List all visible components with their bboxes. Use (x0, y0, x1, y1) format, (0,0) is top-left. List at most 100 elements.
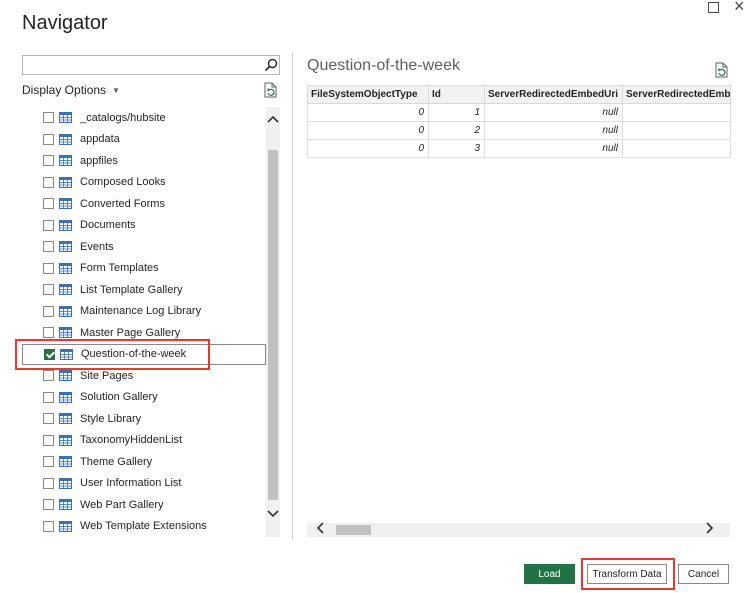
table-icon (59, 499, 72, 510)
highlight-box-transform-button (581, 558, 675, 590)
item-checkbox[interactable] (43, 370, 54, 381)
table-cell: 1 (428, 103, 485, 122)
scroll-right-icon[interactable] (706, 522, 714, 537)
column-header[interactable]: FileSystemObjectType (307, 85, 429, 104)
item-checkbox[interactable] (43, 198, 54, 209)
search-field[interactable] (23, 57, 279, 75)
item-checkbox[interactable] (43, 284, 54, 295)
table-cell (622, 103, 731, 122)
list-item[interactable]: Style Library (22, 408, 266, 429)
load-button[interactable]: Load (524, 564, 575, 584)
item-checkbox[interactable] (43, 133, 54, 145)
column-header[interactable]: ServerRedirectedEmbedUri (484, 85, 623, 104)
close-icon[interactable]: × (734, 0, 745, 15)
table-icon (59, 284, 72, 295)
list-item[interactable]: User Information List (22, 473, 266, 494)
table-icon (59, 198, 72, 209)
highlight-box-selected-item (15, 339, 210, 370)
list-item[interactable]: TaxonomyHiddenList (22, 430, 266, 451)
search-icon[interactable] (264, 58, 278, 72)
table-icon (59, 327, 72, 338)
table-icon (59, 305, 72, 317)
item-checkbox[interactable] (43, 391, 54, 403)
list-item-label: appfiles (80, 154, 118, 167)
table-icon (59, 520, 72, 532)
table-icon (59, 112, 72, 123)
table-cell: 3 (428, 139, 485, 158)
item-checkbox[interactable] (43, 155, 54, 166)
list-item-label: Solution Gallery (80, 391, 158, 403)
item-checkbox[interactable] (43, 413, 54, 424)
list-item[interactable]: Form Templates (22, 258, 266, 279)
list-item[interactable]: appdata (22, 129, 266, 150)
list-item[interactable]: Web Part Gallery (22, 494, 266, 515)
list-item[interactable]: Events (22, 236, 266, 257)
table-icon (59, 413, 72, 424)
item-checkbox[interactable] (43, 434, 54, 446)
refresh-preview-icon[interactable] (715, 62, 729, 78)
list-item-label: _catalogs/hubsite (80, 111, 166, 124)
list-item[interactable]: appfiles (22, 150, 266, 171)
list-item[interactable]: Web Template Extensions (22, 516, 266, 537)
list-item[interactable]: Composed Looks (22, 172, 266, 193)
item-checkbox[interactable] (43, 219, 54, 231)
item-checkbox[interactable] (43, 112, 54, 123)
list-item-label: User Information List (80, 477, 182, 489)
column-header[interactable]: ServerRedirectedEmbedU (622, 85, 731, 104)
table-icon (59, 434, 72, 446)
list-item-label: Documents (80, 219, 136, 231)
list-item-label: Web Template Extensions (80, 520, 207, 532)
list-item[interactable]: _catalogs/hubsite (22, 107, 266, 128)
item-checkbox[interactable] (43, 456, 54, 467)
table-icon (59, 133, 72, 145)
list-item-label: Style Library (80, 412, 142, 425)
table-cell: 0 (307, 121, 429, 140)
list-item[interactable]: Documents (22, 215, 266, 236)
item-checkbox[interactable] (43, 305, 54, 317)
table-icon (59, 219, 72, 231)
scroll-down-icon[interactable] (266, 510, 280, 521)
preview-table: FileSystemObjectType Id ServerRedirected… (307, 85, 731, 158)
vertical-scroll-thumb[interactable] (268, 150, 278, 500)
table-header-row: FileSystemObjectType Id ServerRedirected… (307, 85, 731, 104)
item-checkbox[interactable] (43, 520, 54, 532)
list-item[interactable]: Solution Gallery (22, 387, 266, 408)
column-header[interactable]: Id (428, 85, 485, 104)
item-checkbox[interactable] (43, 241, 54, 252)
scroll-up-icon[interactable] (266, 115, 280, 126)
chevron-down-icon: ▼ (112, 85, 120, 95)
table-icon (59, 155, 72, 166)
list-item-label: Theme Gallery (80, 455, 153, 468)
list-item[interactable]: Converted Forms (22, 193, 266, 214)
list-item-label: Form Templates (80, 262, 159, 274)
cancel-button[interactable]: Cancel (678, 564, 729, 584)
table-icon (59, 176, 72, 188)
table-row: 0 1 null (307, 103, 731, 122)
list-item-label: Events (80, 240, 114, 253)
item-checkbox[interactable] (43, 262, 54, 274)
table-icon (59, 262, 72, 274)
pane-divider[interactable] (292, 52, 293, 540)
table-cell (622, 121, 731, 140)
preview-title: Question-of-the-week (307, 57, 460, 74)
horizontal-scroll-thumb[interactable] (336, 525, 371, 535)
display-options-dropdown[interactable]: Display Options ▼ (22, 83, 120, 97)
list-item-label: Web Part Gallery (80, 498, 164, 511)
table-cell: null (484, 103, 623, 122)
item-checkbox[interactable] (43, 499, 54, 510)
scroll-left-icon[interactable] (316, 522, 324, 537)
display-options-label: Display Options (22, 83, 107, 97)
list-item[interactable]: Theme Gallery (22, 451, 266, 472)
list-item[interactable]: List Template Gallery (22, 279, 266, 300)
table-icon (59, 456, 72, 467)
table-icon (59, 477, 72, 489)
maximize-icon[interactable] (708, 2, 719, 13)
search-input[interactable] (22, 55, 280, 75)
item-checkbox[interactable] (43, 327, 54, 338)
table-icon (59, 241, 72, 252)
dialog-title: Navigator (22, 12, 108, 34)
list-item[interactable]: Maintenance Log Library (22, 301, 266, 322)
item-checkbox[interactable] (43, 477, 54, 489)
refresh-icon[interactable] (264, 82, 278, 98)
item-checkbox[interactable] (43, 176, 54, 188)
